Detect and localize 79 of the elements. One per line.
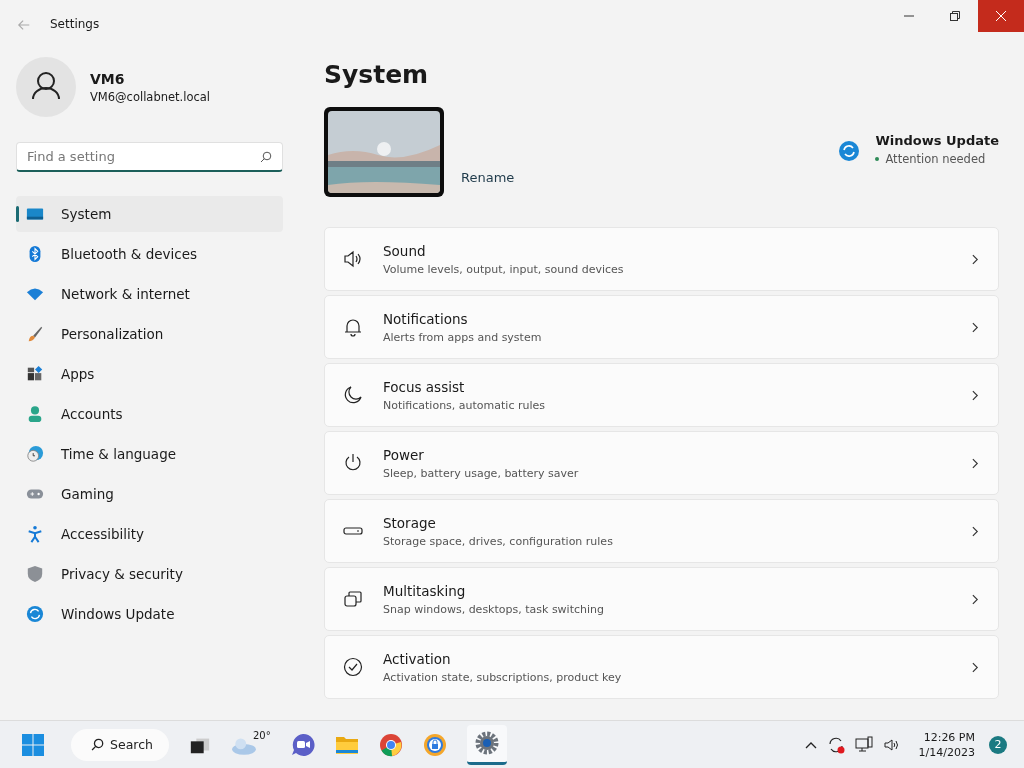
sidebar-item[interactable]: Accounts: [16, 396, 283, 432]
clock-time[interactable]: 12:26 PM: [923, 730, 975, 744]
search-field[interactable]: Find a setting: [16, 142, 283, 172]
chevron-icon: [972, 321, 979, 333]
card-subtitle: Volume levels, output, input, sound devices: [383, 262, 625, 276]
window-title: Settings: [50, 17, 100, 31]
speaker-icon: [343, 249, 363, 269]
card-subtitle: Activation state, subscriptions, product key: [383, 670, 623, 684]
brush-icon: [26, 325, 44, 343]
bell-icon: [343, 317, 363, 337]
windows-icon: [343, 589, 363, 609]
card-subtitle: Notifications, automatic rules: [383, 398, 546, 412]
sidebar-item[interactable]: Personalization: [16, 316, 283, 352]
clock-date[interactable]: 1/14/2023: [918, 745, 975, 759]
sidebar-item[interactable]: Time & language: [16, 436, 283, 472]
chat-icon[interactable]: [290, 732, 315, 757]
card-title: Multitasking: [383, 582, 467, 599]
card-subtitle: Sleep, battery usage, battery saver: [383, 466, 580, 480]
card-subtitle: Alerts from apps and system: [383, 330, 543, 344]
taskbar-search-button[interactable]: Search: [71, 728, 169, 761]
lock-shield-icon[interactable]: [422, 732, 447, 757]
chevron-up-icon[interactable]: [804, 740, 817, 749]
card-title: Sound: [383, 242, 427, 259]
sync-icon: [839, 141, 860, 161]
card-title: Focus assist: [383, 378, 466, 395]
update-title[interactable]: Windows Update: [875, 133, 999, 148]
shield-icon: [26, 565, 44, 583]
update-status: Attention needed: [885, 152, 986, 166]
checkmark-icon: [343, 657, 363, 677]
rename-link[interactable]: Rename: [461, 170, 515, 185]
settings-card[interactable]: Focus assist Notifications, automatic rules: [324, 363, 999, 427]
card-subtitle: Storage space, drives, configuration rules: [383, 534, 614, 548]
chevron-icon: [972, 593, 979, 605]
settings-card[interactable]: Storage Storage space, drives, configuration rules: [324, 499, 999, 563]
avatar-icon: [16, 57, 76, 117]
sync-icon: [26, 605, 44, 623]
apps-icon: [26, 365, 44, 383]
person-icon: [26, 405, 44, 423]
sidebar-item[interactable]: Privacy & security: [16, 556, 283, 592]
sidebar-item[interactable]: Accessibility: [16, 516, 283, 552]
card-subtitle: Snap windows, desktops, task switching: [383, 602, 605, 616]
sidebar-item[interactable]: Apps: [16, 356, 283, 392]
card-title: Notifications: [383, 310, 469, 327]
notification-badge[interactable]: 2: [989, 735, 1007, 754]
settings-card[interactable]: Multitasking Snap windows, desktops, task switching: [324, 567, 999, 631]
settings-card[interactable]: Notifications Alerts from apps and system: [324, 295, 999, 359]
account-name: VM6: [90, 70, 126, 87]
sync-alert-icon[interactable]: [826, 735, 845, 754]
moon-icon: [343, 385, 363, 405]
sidebar-item[interactable]: Gaming: [16, 476, 283, 512]
close-icon: [996, 11, 1006, 21]
clock-icon: [26, 445, 44, 463]
sidebar-item[interactable]: Windows Update: [16, 596, 283, 632]
gear-icon[interactable]: [474, 731, 499, 755]
settings-card[interactable]: Sound Volume levels, output, input, sound devices: [324, 227, 999, 291]
power-icon: [343, 453, 363, 473]
chevron-icon: [972, 253, 979, 265]
card-title: Storage: [383, 514, 437, 531]
sidebar-item[interactable]: Network & internet: [16, 276, 283, 312]
chevron-icon: [972, 457, 979, 469]
card-title: Power: [383, 446, 425, 463]
weather-widget[interactable]: 20°: [230, 733, 271, 756]
browser-icon[interactable]: [378, 732, 403, 757]
sidebar-item[interactable]: Bluetooth & devices: [16, 236, 283, 272]
restore-icon: [950, 11, 960, 21]
page-title: System: [324, 60, 430, 89]
account-email: VM6@collabnet.local: [90, 89, 211, 104]
settings-card[interactable]: Activation Activation state, subscriptions, product key: [324, 635, 999, 699]
sidebar-item[interactable]: System: [16, 196, 283, 232]
chevron-icon: [972, 389, 979, 401]
search-icon: [260, 151, 272, 163]
chevron-icon: [972, 661, 979, 673]
settings-card[interactable]: Power Sleep, battery usage, battery saver: [324, 431, 999, 495]
figure-icon: [26, 525, 44, 543]
network-icon[interactable]: [854, 735, 873, 754]
windows-icon[interactable]: [21, 732, 45, 757]
search-icon: [91, 738, 104, 751]
chevron-icon: [972, 525, 979, 537]
card-title: Activation: [383, 650, 452, 667]
